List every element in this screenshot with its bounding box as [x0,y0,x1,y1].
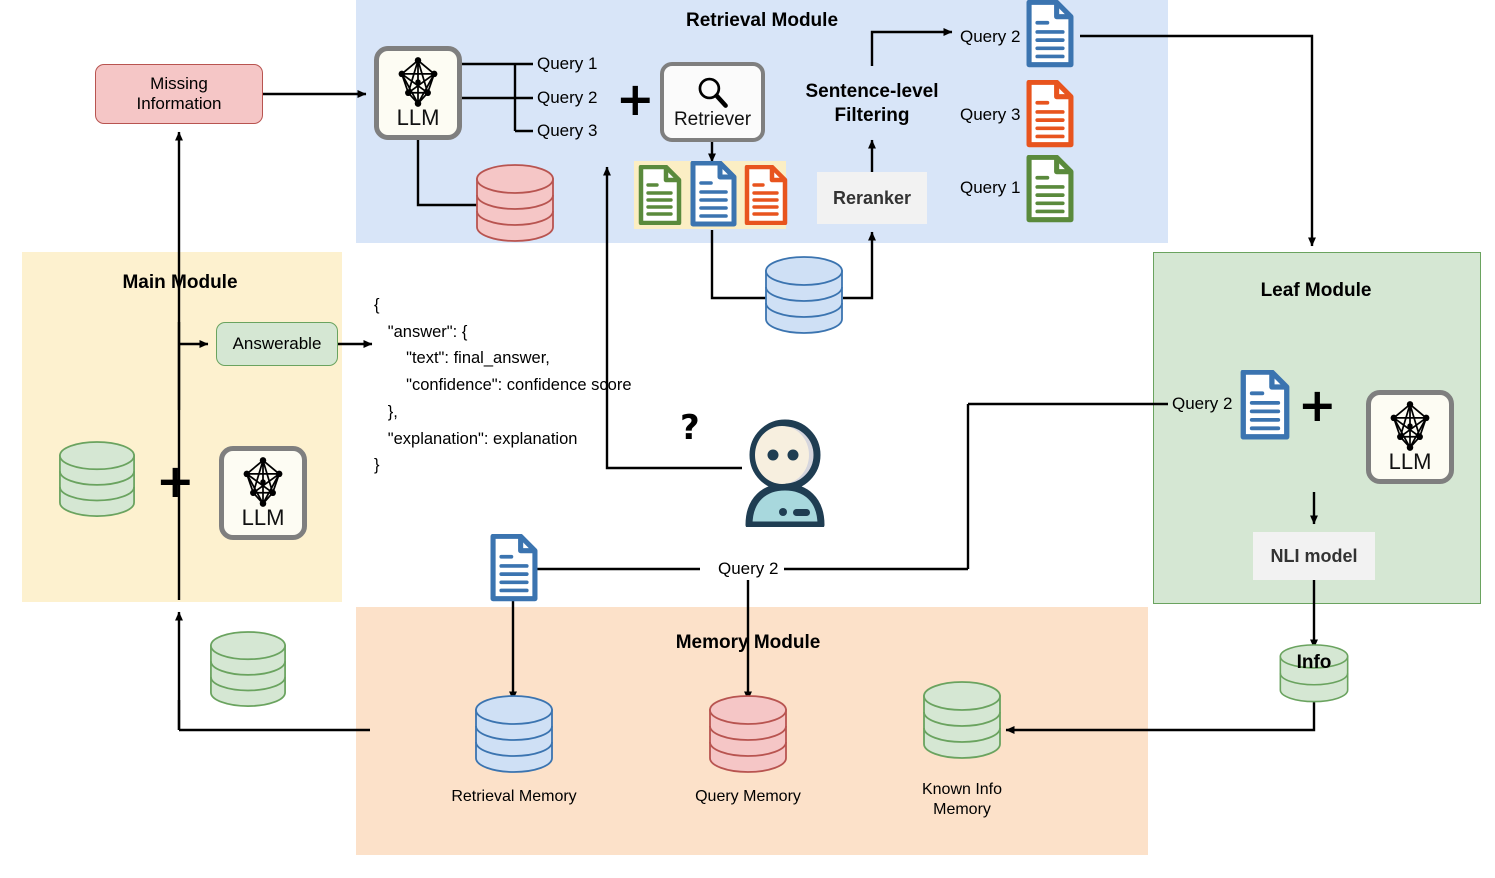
known-info-memory-cylinder [920,680,1004,767]
retrieval-llm-tile[interactable]: LLM [374,46,462,140]
missing-information-box[interactable]: Missing Information [95,64,263,124]
query-memory-label: Query Memory [695,788,801,805]
answerable-label: Answerable [232,334,322,354]
leaf-llm-tile[interactable]: LLM [1366,390,1454,484]
nli-model-label: NLI model [1270,545,1358,566]
answer-json-output: { "answer": { "text": final_answer, "con… [374,296,632,475]
ranked-result-1-label: Query 2 [960,27,1021,46]
plus-icon-main: + [156,454,195,508]
main-known-info-cylinder [56,440,138,525]
query-database-cylinder [473,163,557,250]
memory-module-title: Memory Module [675,632,821,653]
missing-information-label: Missing Information [136,74,222,113]
retrieved-document-blue [690,160,737,232]
question-mark-icon: ? [680,408,700,448]
search-icon [698,77,728,108]
retrieved-document-orange [744,164,788,230]
known-info-memory-label: Known Info Memory [921,781,1003,818]
ranked-result-3-label: Query 1 [960,178,1021,197]
answerable-box[interactable]: Answerable [216,322,338,366]
main-llm-tile[interactable]: LLM [219,446,307,540]
leaf-query-label: Query 2 [1172,394,1233,413]
generated-query-2-label: Query 2 [537,88,598,107]
retriever-tile[interactable]: Retriever [660,62,765,142]
info-output-cylinder: Info [1276,644,1352,711]
query-memory-cylinder [706,694,790,781]
ranked-result-document-orange [1026,79,1074,153]
llm-label: LLM [241,505,285,530]
plus-icon-leaf: + [1298,378,1337,432]
memory-input-document-blue [490,533,538,607]
neural-network-icon [1390,401,1430,451]
llm-label: LLM [396,105,440,130]
plus-icon-retrieval: + [616,72,655,126]
neural-network-icon [243,457,283,507]
retrieval-memory-label: Retrieval Memory [451,788,577,805]
reranker-label: Reranker [832,187,912,208]
reranker-box[interactable]: Reranker [817,172,927,224]
generated-query-1-label: Query 1 [537,54,598,73]
ranked-result-2-label: Query 3 [960,105,1021,124]
user-avatar-icon [735,417,835,532]
retrieval-memory-cylinder [472,694,556,781]
sentence-level-filtering-label: Sentence-level Filtering [805,81,939,126]
generated-query-3-label: Query 3 [537,121,598,140]
retriever-label: Retriever [673,109,752,130]
main-module-panel [22,252,342,602]
nli-model-box[interactable]: NLI model [1253,532,1375,580]
main-output-known-info-cylinder [207,630,289,715]
retrieval-memory-cylinder-inline [762,255,846,342]
leaf-input-document-blue [1240,369,1290,445]
query2-edge-label: Query 2 [712,559,785,579]
ranked-result-document-blue [1026,0,1074,73]
retrieval-module-title: Retrieval Module [685,10,839,31]
neural-network-icon [398,57,438,107]
retrieved-document-green [638,164,682,230]
ranked-result-document-green [1026,154,1074,228]
main-module-title: Main Module [122,272,238,293]
diagram-canvas: Retrieval Module Main Module Leaf Module… [0,0,1495,878]
llm-label: LLM [1388,449,1432,474]
leaf-module-title: Leaf Module [1260,280,1372,301]
